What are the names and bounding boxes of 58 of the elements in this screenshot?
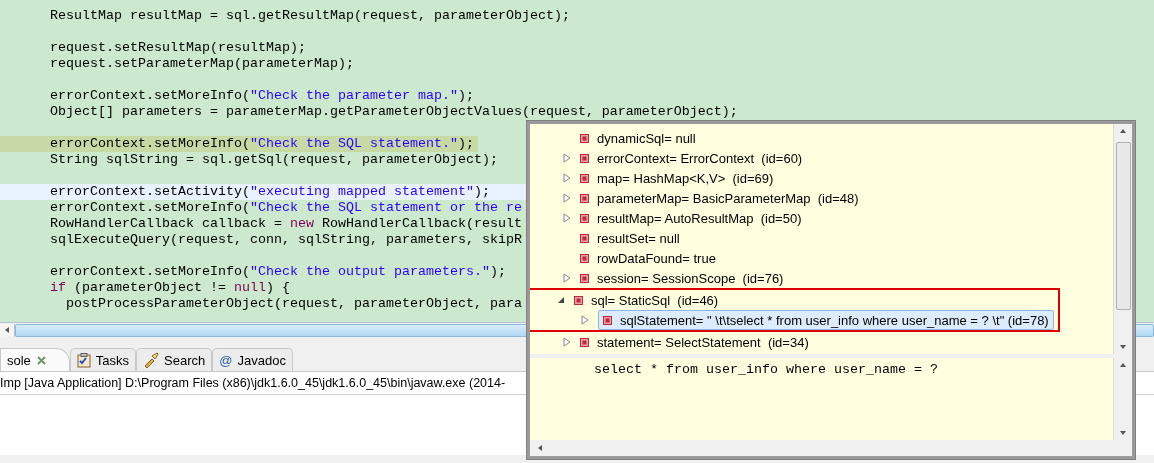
code-line: String sqlString = sql.getSql(request, parameterObject); xyxy=(49,152,498,168)
code-line: RowHandlerCallback callback = new RowHandlerCallback(result xyxy=(49,216,522,232)
expand-triangle-icon[interactable] xyxy=(562,173,572,183)
expand-triangle-icon[interactable] xyxy=(562,273,572,283)
code-line: request.setParameterMap(parameterMap); xyxy=(49,56,354,72)
variable-label[interactable]: resultSet= null xyxy=(597,230,680,246)
field-icon xyxy=(580,213,589,223)
field-icon xyxy=(580,133,589,143)
flashlight-icon xyxy=(143,352,160,368)
variable-label[interactable]: parameterMap= BasicParameterMap (id=48) xyxy=(597,190,859,206)
field-icon xyxy=(580,253,589,263)
expand-triangle-icon[interactable] xyxy=(562,337,572,347)
field-icon xyxy=(580,173,589,183)
variable-label[interactable]: errorContext= ErrorContext (id=60) xyxy=(597,150,803,166)
scroll-up-icon[interactable] xyxy=(1119,361,1127,369)
scrollbar-thumb[interactable] xyxy=(1115,142,1131,310)
variable-label[interactable]: rowDataFound= true xyxy=(597,250,716,266)
code-line: Object[] parameters = parameterMap.getParameterObjectValues(request, parameterObject); xyxy=(49,104,738,120)
variable-label[interactable]: dynamicSql= null xyxy=(597,130,696,146)
collapse-triangle-icon[interactable] xyxy=(556,295,566,305)
view-tab[interactable]: Search xyxy=(136,348,213,371)
code-line: ResultMap resultMap = sql.getResultMap(request, parameterObject); xyxy=(49,8,570,24)
expand-triangle-icon[interactable] xyxy=(562,213,572,223)
clipboard-icon xyxy=(76,352,91,368)
code-line: sqlExecuteQuery(request, conn, sqlString, parameters, skipR xyxy=(49,232,522,248)
field-icon xyxy=(580,233,589,243)
close-icon[interactable] xyxy=(35,354,47,366)
scroll-up-icon[interactable] xyxy=(1119,127,1127,135)
variable-label[interactable]: session= SessionScope (id=76) xyxy=(597,270,784,286)
field-icon xyxy=(580,337,589,347)
code-line: errorContext.setMoreInfo("Check the output parameters."); xyxy=(49,264,506,280)
view-tab[interactable]: sole xyxy=(0,348,70,371)
code-line: errorContext.setMoreInfo("Check the SQL statement or the re xyxy=(49,200,522,216)
expand-triangle-icon[interactable] xyxy=(562,193,572,203)
variable-label[interactable]: resultMap= AutoResultMap (id=50) xyxy=(597,210,802,226)
variable-label: sqlStatement= " \t\tselect * from user_info where user_name = ? \t" (id=78) xyxy=(620,312,1049,328)
code-line: if (parameterObject != null) { xyxy=(49,280,290,296)
variable-label[interactable]: map= HashMap<K,V> (id=69) xyxy=(597,170,774,186)
code-line: request.setResultMap(resultMap); xyxy=(49,40,306,56)
scroll-left-icon[interactable] xyxy=(3,326,11,334)
field-icon xyxy=(580,193,589,203)
field-icon xyxy=(603,315,612,325)
expand-triangle-icon[interactable] xyxy=(580,315,590,325)
field-icon xyxy=(580,153,589,163)
field-icon xyxy=(574,295,583,305)
field-icon xyxy=(580,273,589,283)
view-tab[interactable]: @ Javadoc xyxy=(212,348,293,371)
variable-label[interactable]: sql= StaticSql (id=46) xyxy=(591,292,719,308)
at-icon: @ xyxy=(219,352,233,368)
scroll-left-icon[interactable] xyxy=(536,444,544,452)
code-line: postProcessParameterObject(request, parameterObject, para xyxy=(65,296,522,312)
expand-triangle-icon[interactable] xyxy=(562,153,572,163)
view-tab[interactable]: Tasks xyxy=(69,348,137,371)
code-line: errorContext.setMoreInfo("Check the parameter map."); xyxy=(49,88,474,104)
selected-variable[interactable]: sqlStatement= " \t\tselect * from user_info where user_name = ? \t" (id=78) xyxy=(598,310,1054,330)
scroll-down-icon[interactable] xyxy=(1119,429,1127,437)
scroll-down-icon[interactable] xyxy=(1119,343,1127,351)
variable-label[interactable]: statement= SelectStatement (id=34) xyxy=(597,334,809,350)
